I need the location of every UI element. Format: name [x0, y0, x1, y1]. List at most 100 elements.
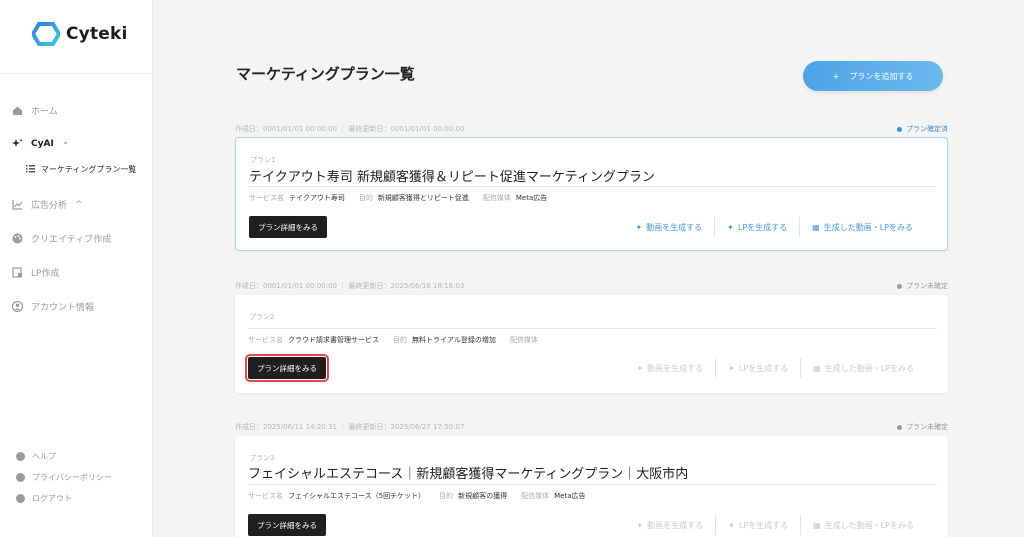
card-divider [249, 186, 936, 187]
sidebar-sub-label: マーケティングプラン一覧 [41, 165, 137, 174]
sidebar-item-label: クリエイティブ作成 [31, 235, 112, 245]
action-label: LPを生成する [737, 222, 788, 232]
generate-lp-button[interactable]: ✦ LPを生成する [715, 222, 799, 233]
sparkle-icon: ✦ [635, 222, 643, 232]
plan-actions: ✦ 動画を生成する ✦ LPを生成する ▦ 生成した動画・LPをみる [623, 217, 925, 237]
status-dot-icon [897, 424, 902, 430]
sidebar-item-home[interactable]: ホーム [12, 104, 58, 117]
plan-card: プラン2 サービス名 クラウド請求書管理サービス 目的 無料トライアル登録の増加… [235, 295, 948, 393]
service-value: テイクアウト寿司 [289, 194, 345, 202]
sparkle-icon: ✦ [728, 520, 735, 530]
service-key: サービス名 [248, 336, 283, 344]
privacy-icon [16, 473, 25, 482]
sidebar-item-creative[interactable]: クリエイティブ作成 [12, 232, 111, 245]
view-generated-button[interactable]: ▦ 生成した動画・LPをみる [801, 363, 926, 374]
home-icon [12, 105, 23, 116]
action-label: 生成した動画・LPをみる [824, 363, 914, 373]
sidebar-item-account[interactable]: アカウント情報 [12, 300, 94, 313]
media-value: Meta広告 [515, 194, 548, 202]
plan-meta: 作成日：0001/01/01 00:00:00 ｜ 最終更新日：2025/06/… [235, 282, 465, 290]
plan-detail-button[interactable]: プラン詳細をみる [245, 354, 329, 382]
grid-icon: ▦ [813, 520, 821, 530]
service-key: サービス名 [249, 194, 284, 202]
chart-icon [12, 199, 23, 210]
generate-lp-button[interactable]: ✦ LPを生成する [716, 363, 800, 374]
sidebar-item-marketing-plans[interactable]: マーケティングプラン一覧 [26, 164, 136, 175]
plan-card: プラン1 テイクアウト寿司 新規顧客獲得＆リピート促進マーケティングプラン サー… [235, 137, 948, 251]
goal-value: 無料トライアル登録の増加 [412, 336, 496, 344]
sidebar-item-label: アカウント情報 [31, 303, 95, 313]
grid-icon: ▦ [812, 222, 820, 232]
card-divider [248, 328, 937, 329]
sidebar-item-label: CyAI [31, 138, 54, 149]
plus-icon: + [832, 71, 840, 81]
status-label: プラン未確定 [906, 423, 948, 431]
grid-icon: ▦ [813, 363, 821, 373]
generate-video-button[interactable]: ✦ 動画を生成する [624, 363, 715, 374]
sidebar-bottom-privacy[interactable]: プライバシーポリシー [16, 472, 112, 483]
generate-video-button[interactable]: ✦ 動画を生成する [623, 222, 714, 233]
plan-meta: 作成日：0001/01/01 00:00:00 ｜ 最終更新日：0001/01/… [235, 125, 465, 133]
list-icon [26, 164, 35, 175]
plan-label: プラン1 [250, 156, 276, 164]
cyteki-logo-icon [32, 22, 60, 46]
sidebar-bottom-label: ログアウト [32, 494, 72, 503]
card-divider [248, 484, 937, 485]
sidebar-item-label: ホーム [31, 107, 58, 117]
sidebar-item-lp[interactable]: LP作成 [12, 266, 59, 279]
generate-video-button[interactable]: ✦ 動画を生成する [624, 520, 715, 531]
service-value: フェイシャルエステコース（5回チケット） [288, 492, 426, 500]
media-key: 配信媒体 [521, 492, 550, 500]
media-key: 配信媒体 [509, 336, 538, 344]
logout-icon [16, 494, 25, 503]
status-label: プラン確定済 [906, 125, 948, 133]
sidebar-bottom-label: プライバシーポリシー [32, 473, 112, 482]
view-generated-button[interactable]: ▦ 生成した動画・LPをみる [800, 222, 925, 233]
status-badge: プラン未確定 [897, 422, 948, 432]
goal-value: 新規顧客の獲得 [458, 492, 508, 500]
action-label: 動画を生成する [647, 520, 704, 530]
goal-key: 目的 [358, 194, 373, 202]
logo[interactable]: Cyteki [32, 22, 128, 46]
sidebar: Cyteki ホーム CyAI ⌄ マーケティングプラン一覧 広告分析 ^ クリ… [0, 0, 153, 537]
plan-card: プラン3 フェイシャルエステコース｜新規顧客獲得マーケティングプラン｜大阪市内 … [235, 436, 948, 537]
status-badge: プラン未確定 [897, 281, 948, 291]
goal-key: 目的 [439, 492, 454, 500]
sparkle-icon: ✦ [728, 363, 735, 373]
sidebar-item-label: LP作成 [31, 269, 60, 279]
lp-icon [12, 267, 23, 278]
action-label: LPを生成する [738, 520, 789, 530]
sidebar-bottom-help[interactable]: ヘルプ [16, 451, 56, 462]
add-plan-label: プランを追加する [849, 71, 914, 81]
status-badge: プラン確定済 [897, 124, 948, 134]
view-generated-button[interactable]: ▦ 生成した動画・LPをみる [801, 520, 926, 531]
plan-detail-button[interactable]: プラン詳細をみる [249, 216, 327, 238]
sidebar-divider [0, 73, 153, 74]
logo-text: Cyteki [66, 24, 128, 44]
add-plan-button[interactable]: + プランを追加する [803, 61, 943, 91]
plan-label: プラン3 [249, 454, 275, 462]
plan-detail-button[interactable]: プラン詳細をみる [248, 514, 326, 536]
plan-actions: ✦ 動画を生成する ✦ LPを生成する ▦ 生成した動画・LPをみる [624, 515, 926, 535]
sparkle-icon: ✦ [636, 520, 644, 530]
plan-info: サービス名 クラウド請求書管理サービス 目的 無料トライアル登録の増加 配信媒体 [248, 335, 543, 345]
action-label: 生成した動画・LPをみる [824, 520, 914, 530]
sidebar-item-cyai[interactable]: CyAI ⌄ [12, 136, 70, 149]
goal-value: 新規顧客獲得とリピート促進 [377, 194, 469, 202]
service-value: クラウド請求書管理サービス [288, 336, 379, 344]
help-icon [16, 452, 25, 461]
media-key: 配信媒体 [482, 194, 511, 202]
chevron-up-icon: ^ [75, 199, 83, 210]
sidebar-item-ad-analysis[interactable]: 広告分析 ^ [12, 198, 83, 211]
generate-lp-button[interactable]: ✦ LPを生成する [716, 520, 800, 531]
sparkle-icon: ✦ [636, 363, 644, 373]
chevron-down-icon: ⌄ [61, 136, 70, 147]
plan-label: プラン2 [249, 313, 275, 321]
sparkle-icon: ✦ [727, 222, 734, 232]
action-label: LPを生成する [738, 363, 789, 373]
status-dot-icon [897, 126, 902, 132]
sidebar-bottom-logout[interactable]: ログアウト [16, 493, 72, 504]
action-label: 動画を生成する [646, 222, 703, 232]
goal-key: 目的 [393, 336, 407, 344]
plan-title: テイクアウト寿司 新規顧客獲得＆リピート促進マーケティングプラン [249, 170, 655, 185]
